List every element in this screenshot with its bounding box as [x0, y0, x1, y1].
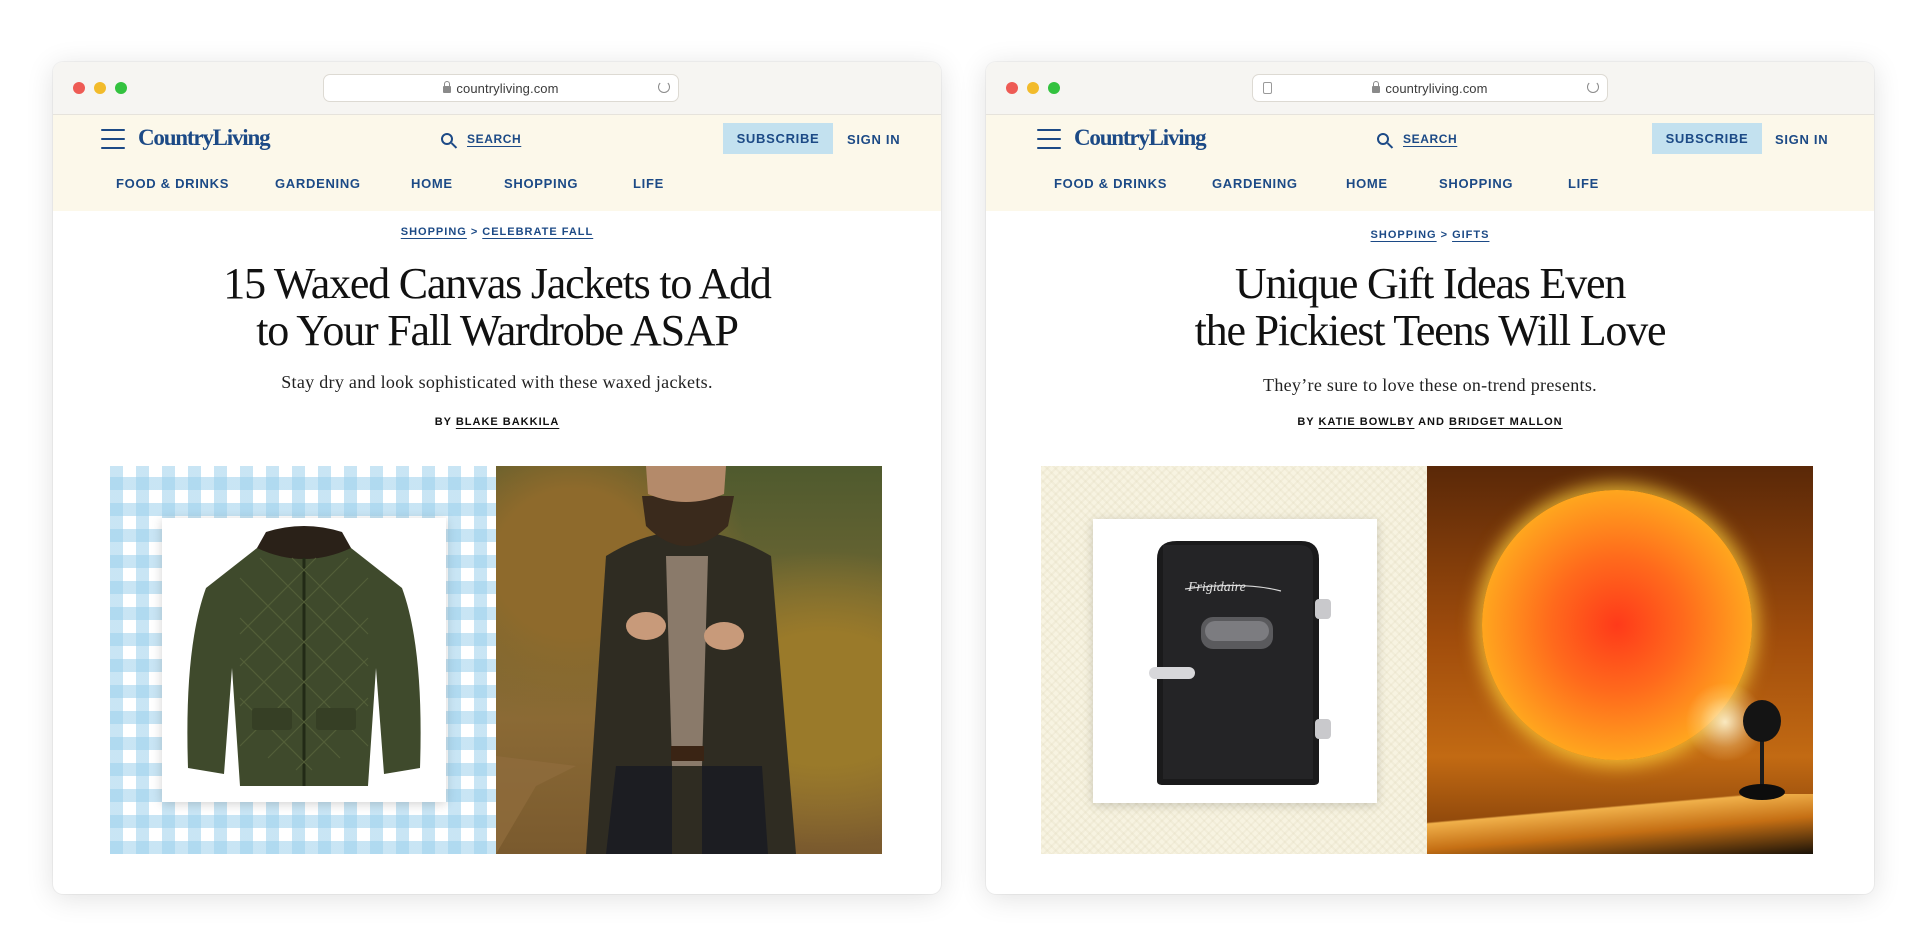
lamp-stem [1760, 738, 1764, 788]
headline-line-2: to Your Fall Wardrobe ASAP [256, 306, 739, 355]
nav-item-food-drinks[interactable]: FOOD & DRINKS [1054, 176, 1167, 191]
nav-item-gardening[interactable]: GARDENING [1212, 176, 1298, 191]
minimize-window-button[interactable] [1027, 82, 1039, 94]
primary-nav: FOOD & DRINKS GARDENING HOME SHOPPING LI… [986, 176, 1874, 191]
search-label: SEARCH [467, 132, 522, 146]
article-headline: Unique Gift Ideas Even the Pickiest Teen… [1046, 260, 1814, 354]
hamburger-menu-icon[interactable] [1037, 129, 1061, 149]
breadcrumb-link-celebrate-fall[interactable]: CELEBRATE FALL [482, 226, 593, 238]
hamburger-menu-icon[interactable] [101, 129, 125, 149]
search-button[interactable]: SEARCH [441, 132, 521, 146]
browser-window-left: countryliving.com CountryLiving SEARCH S… [53, 62, 941, 894]
headline-line-1: 15 Waxed Canvas Jackets to Add [223, 259, 772, 308]
fridge-brand-label: Frigidaire [1187, 580, 1246, 595]
author-joiner: AND [1418, 416, 1445, 428]
browser-toolbar: countryliving.com [53, 62, 941, 115]
breadcrumb-separator: > [1440, 229, 1449, 241]
search-button[interactable]: SEARCH [1377, 132, 1457, 146]
mini-fridge-product-image: Frigidaire [1093, 519, 1377, 803]
nav-item-life[interactable]: LIFE [1568, 176, 1599, 191]
article-headline: 15 Waxed Canvas Jackets to Add to Your F… [113, 260, 881, 354]
article-dek: Stay dry and look sophisticated with the… [281, 372, 713, 392]
url-text: countryliving.com [1385, 81, 1488, 96]
site-header: CountryLiving SEARCH SUBSCRIBE SIGN IN F… [986, 115, 1874, 211]
window-controls [1006, 82, 1060, 94]
headline-line-1: Unique Gift Ideas Even [1234, 259, 1626, 308]
breadcrumb: SHOPPING > GIFTS [986, 229, 1874, 241]
nav-item-home[interactable]: HOME [1346, 176, 1388, 191]
minimize-window-button[interactable] [94, 82, 106, 94]
breadcrumb: SHOPPING > CELEBRATE FALL [53, 226, 941, 238]
zoom-window-button[interactable] [1048, 82, 1060, 94]
reload-icon[interactable] [1587, 81, 1599, 93]
byline-prefix: BY [1297, 416, 1315, 428]
mini-fridge-illustration: Frigidaire [1149, 541, 1331, 785]
author-link-2[interactable]: BRIDGET MALLON [1449, 416, 1563, 428]
url-text: countryliving.com [456, 81, 559, 96]
nav-item-food-drinks[interactable]: FOOD & DRINKS [116, 176, 229, 191]
site-header: CountryLiving SEARCH SUBSCRIBE SIGN IN F… [53, 115, 941, 211]
man-in-waxed-jacket-photo [496, 466, 796, 854]
lifestyle-photo-panel [1427, 466, 1813, 854]
author-link[interactable]: BLAKE BAKKILA [456, 416, 559, 428]
nav-item-gardening[interactable]: GARDENING [275, 176, 361, 191]
quilted-jacket-illustration [187, 526, 421, 786]
article-dek: They’re sure to love these on-trend pres… [1263, 375, 1597, 395]
window-controls [73, 82, 127, 94]
subscribe-button[interactable]: SUBSCRIBE [1652, 123, 1762, 154]
breadcrumb-link-gifts[interactable]: GIFTS [1452, 229, 1489, 241]
tabletop [1427, 794, 1813, 854]
site-logo[interactable]: CountryLiving [1074, 125, 1207, 151]
hero-image: Frigidaire [1041, 466, 1813, 854]
browser-toolbar: countryliving.com [986, 62, 1874, 115]
byline-prefix: BY [434, 416, 452, 428]
search-icon [441, 133, 453, 145]
search-icon [1377, 133, 1389, 145]
subscribe-button[interactable]: SUBSCRIBE [723, 123, 833, 154]
byline: BY BLAKE BAKKILA [53, 416, 941, 428]
lamp-base [1739, 784, 1785, 800]
lock-icon [443, 81, 452, 93]
lifestyle-photo-panel [496, 466, 882, 854]
nav-item-shopping[interactable]: SHOPPING [504, 176, 578, 191]
browser-window-right: countryliving.com CountryLiving SEARCH S… [986, 62, 1874, 894]
hero-image [110, 466, 882, 854]
address-bar[interactable]: countryliving.com [1252, 74, 1608, 102]
nav-item-life[interactable]: LIFE [633, 176, 664, 191]
search-label: SEARCH [1403, 132, 1458, 146]
zoom-window-button[interactable] [115, 82, 127, 94]
jacket-product-image [162, 518, 446, 802]
reload-icon[interactable] [658, 81, 670, 93]
primary-nav: FOOD & DRINKS GARDENING HOME SHOPPING LI… [53, 176, 941, 191]
lock-icon [1372, 81, 1381, 93]
site-logo[interactable]: CountryLiving [138, 125, 271, 151]
address-bar[interactable]: countryliving.com [323, 74, 679, 102]
nav-item-home[interactable]: HOME [411, 176, 453, 191]
sunset-lamp-head [1743, 700, 1781, 742]
product-image-panel: Frigidaire [1041, 466, 1427, 854]
sign-in-link[interactable]: SIGN IN [1775, 132, 1828, 147]
sign-in-link[interactable]: SIGN IN [847, 132, 900, 147]
close-window-button[interactable] [73, 82, 85, 94]
product-image-panel [110, 466, 496, 854]
headline-line-2: the Pickiest Teens Will Love [1194, 306, 1667, 355]
close-window-button[interactable] [1006, 82, 1018, 94]
breadcrumb-link-shopping[interactable]: SHOPPING [401, 226, 467, 238]
breadcrumb-link-shopping[interactable]: SHOPPING [1371, 229, 1437, 241]
byline: BY KATIE BOWLBY AND BRIDGET MALLON [986, 416, 1874, 428]
breadcrumb-separator: > [470, 226, 479, 238]
author-link-1[interactable]: KATIE BOWLBY [1319, 416, 1415, 428]
nav-item-shopping[interactable]: SHOPPING [1439, 176, 1513, 191]
